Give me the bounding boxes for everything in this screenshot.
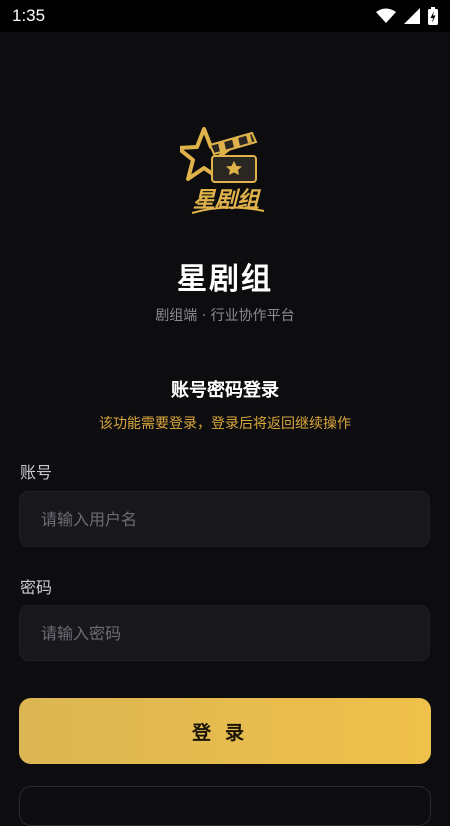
account-input[interactable] <box>39 508 410 530</box>
app-name: 星剧组 <box>177 262 273 297</box>
app-logo: 星剧组 <box>176 123 272 219</box>
status-icons <box>376 7 438 25</box>
status-bar: 1:35 <box>0 0 450 32</box>
password-field[interactable] <box>19 605 430 661</box>
app-subtitle: 剧组端 · 行业协作平台 <box>155 308 295 324</box>
login-notice: 该功能需要登录，登录后将返回继续操作 <box>99 416 351 432</box>
login-button[interactable]: 登录 <box>19 698 431 764</box>
account-field[interactable] <box>19 491 430 547</box>
secondary-button[interactable] <box>19 786 431 826</box>
wifi-icon <box>376 8 396 23</box>
login-title: 账号密码登录 <box>171 380 279 401</box>
password-input[interactable] <box>39 622 410 644</box>
battery-icon <box>428 7 438 25</box>
account-label: 账号 <box>20 463 53 482</box>
signal-icon <box>404 8 420 24</box>
logo-clapper-icon <box>208 131 258 183</box>
status-time: 1:35 <box>12 6 46 25</box>
password-label: 密码 <box>20 578 53 597</box>
